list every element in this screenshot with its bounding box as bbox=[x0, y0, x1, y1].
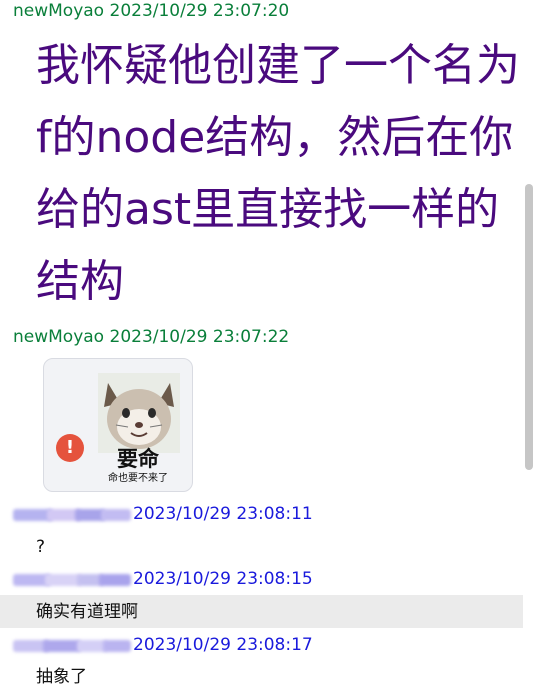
timestamp: 2023/10/29 23:07:22 bbox=[109, 327, 290, 347]
timestamp: 2023/10/29 23:08:15 bbox=[133, 569, 313, 589]
blurred-sender-name bbox=[13, 570, 131, 588]
timestamp: 2023/10/29 23:07:20 bbox=[109, 1, 290, 21]
sticker-subcaption: 命也要不来了 bbox=[108, 473, 168, 484]
sticker-caption: 要命 bbox=[117, 447, 159, 471]
timestamp: 2023/10/29 23:08:11 bbox=[133, 504, 313, 524]
message-line: 给的ast里直接找一样的 bbox=[36, 184, 500, 235]
message-text: 抽象了 bbox=[36, 667, 87, 687]
message-header: newMoyao 2023/10/29 23:07:20 bbox=[13, 0, 289, 22]
vertical-scrollbar[interactable] bbox=[523, 0, 535, 698]
sender-name[interactable]: newMoyao bbox=[13, 1, 104, 21]
blurred-sender-name bbox=[13, 505, 131, 523]
sender-name[interactable]: newMoyao bbox=[13, 327, 104, 347]
sticker-message[interactable]: ! 要命 命也要不来了 bbox=[43, 358, 193, 492]
message-header: newMoyao 2023/10/29 23:07:22 bbox=[13, 326, 289, 348]
timestamp: 2023/10/29 23:08:17 bbox=[133, 635, 313, 655]
message-text: ? bbox=[36, 537, 46, 557]
message-line: f的node结构，然后在你 bbox=[36, 112, 514, 163]
scrollbar-thumb[interactable] bbox=[525, 184, 533, 470]
message-text-large: 我怀疑他创建了一个名为 f的node结构，然后在你 给的ast里直接找一样的 结… bbox=[36, 30, 526, 318]
blurred-sender-name bbox=[13, 636, 131, 654]
message-line: 结构 bbox=[36, 256, 124, 307]
message-text: 确实有道理啊 bbox=[36, 602, 138, 622]
chat-log: newMoyao 2023/10/29 23:07:20 我怀疑他创建了一个名为… bbox=[0, 0, 535, 698]
error-exclamation-icon[interactable]: ! bbox=[56, 434, 84, 462]
message-line: 我怀疑他创建了一个名为 bbox=[36, 40, 520, 91]
cat-meme-icon bbox=[98, 373, 180, 453]
